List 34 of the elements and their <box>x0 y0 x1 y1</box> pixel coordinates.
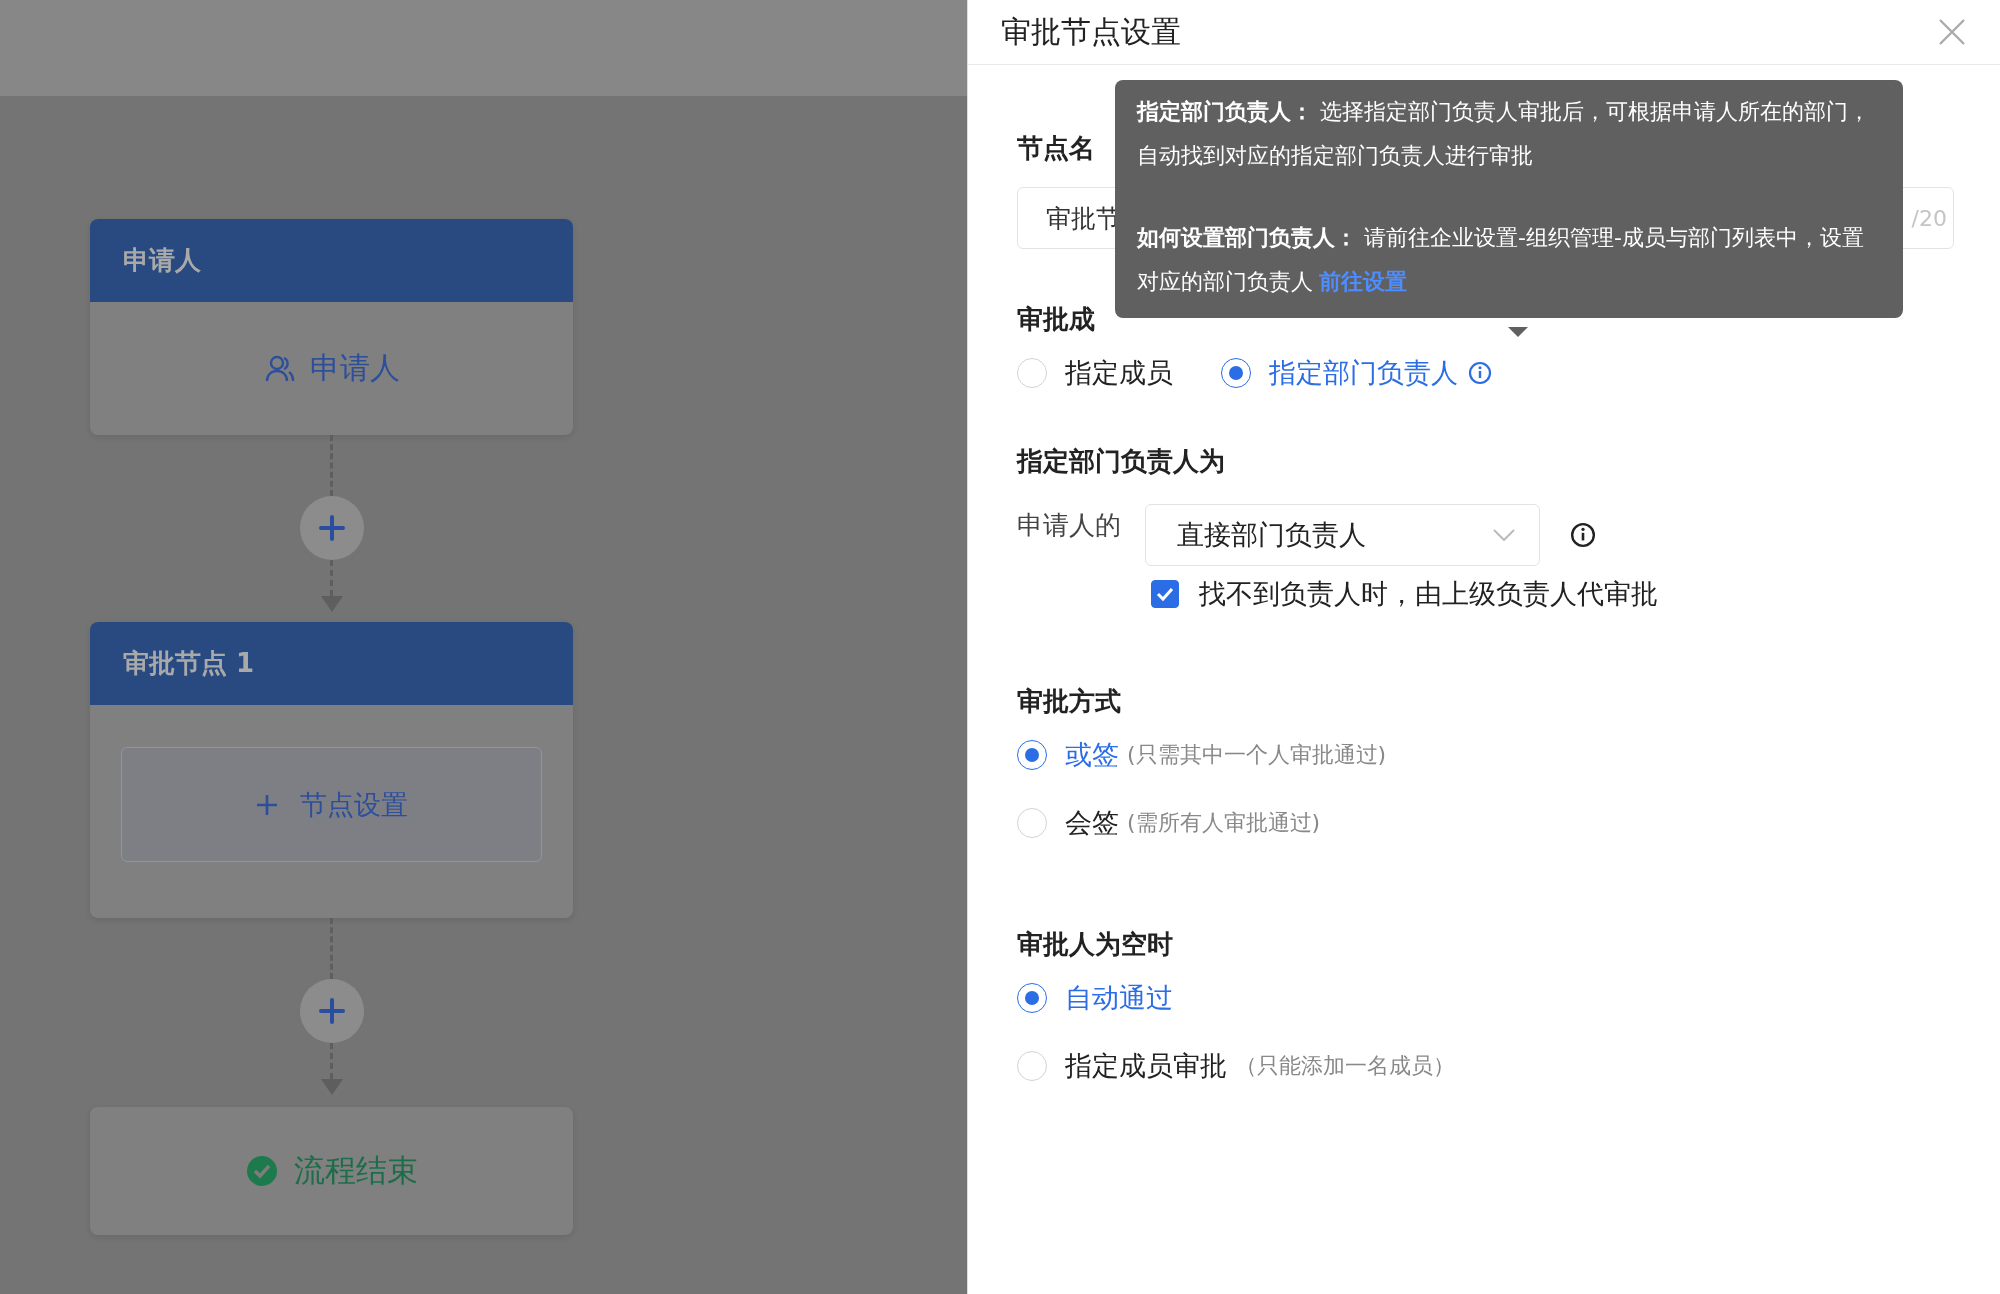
radio-button[interactable] <box>1017 740 1047 770</box>
plus-icon <box>318 998 345 1024</box>
drawer-title: 审批节点设置 <box>1001 12 1181 51</box>
radio-option[interactable]: 指定部门负责人 <box>1221 355 1492 391</box>
node-title: 申请人 <box>123 244 201 277</box>
radio-button[interactable] <box>1221 358 1251 388</box>
leader-select[interactable]: 直接部门负责人 <box>1145 504 1540 566</box>
radio-option[interactable]: 自动通过 <box>1017 980 1173 1016</box>
field-label: 申请人的 <box>1017 509 1121 542</box>
node-card[interactable]: 申请人 申请人 <box>90 219 573 435</box>
field-label: 审批人为空时 <box>1017 928 1173 961</box>
radio-option[interactable]: 指定成员审批 （只能添加一名成员） <box>1017 1048 1455 1084</box>
node-label: 流程结束 <box>293 1151 418 1190</box>
info-icon[interactable] <box>1570 522 1596 548</box>
checkbox[interactable] <box>1151 580 1179 608</box>
chevron-down-icon <box>1493 529 1515 541</box>
tooltip-text: 指定部门负责人： 选择指定部门负责人审批后，可根据申请人所在的部门，自动找到对应的指定部门负责人进行审批 <box>1137 98 1871 170</box>
tooltip-arrow <box>1508 327 1528 337</box>
field-label: 审批成 <box>1017 303 1095 336</box>
field-label: 节点名 <box>1017 132 1095 165</box>
radio-button[interactable] <box>1017 983 1047 1013</box>
tooltip-text: 如何设置部门负责人： 请前往企业设置-组织管理-成员与部门列表中，设置对应的部门负责人 前往设置 <box>1137 224 1865 296</box>
fallback-checkbox[interactable]: 找不到负责人时，由上级负责人代审批 <box>1151 576 1658 612</box>
radio-option[interactable]: 会签 (需所有人审批通过) <box>1017 805 1321 841</box>
plus-icon <box>318 515 345 541</box>
field-label: 审批方式 <box>1017 685 1121 718</box>
check-circle-icon <box>245 1155 278 1187</box>
field-label: 指定部门负责人为 <box>1017 445 1225 478</box>
radio-option[interactable]: 指定成员 <box>1017 355 1173 391</box>
radio-option[interactable]: 或签 (只需其中一个人审批通过) <box>1017 737 1387 773</box>
plus-icon <box>255 793 278 816</box>
node-card[interactable]: 审批节点 1 节点设置 <box>90 622 573 918</box>
node-label: 申请人 <box>309 349 400 387</box>
node-title: 审批节点 1 <box>123 647 255 680</box>
